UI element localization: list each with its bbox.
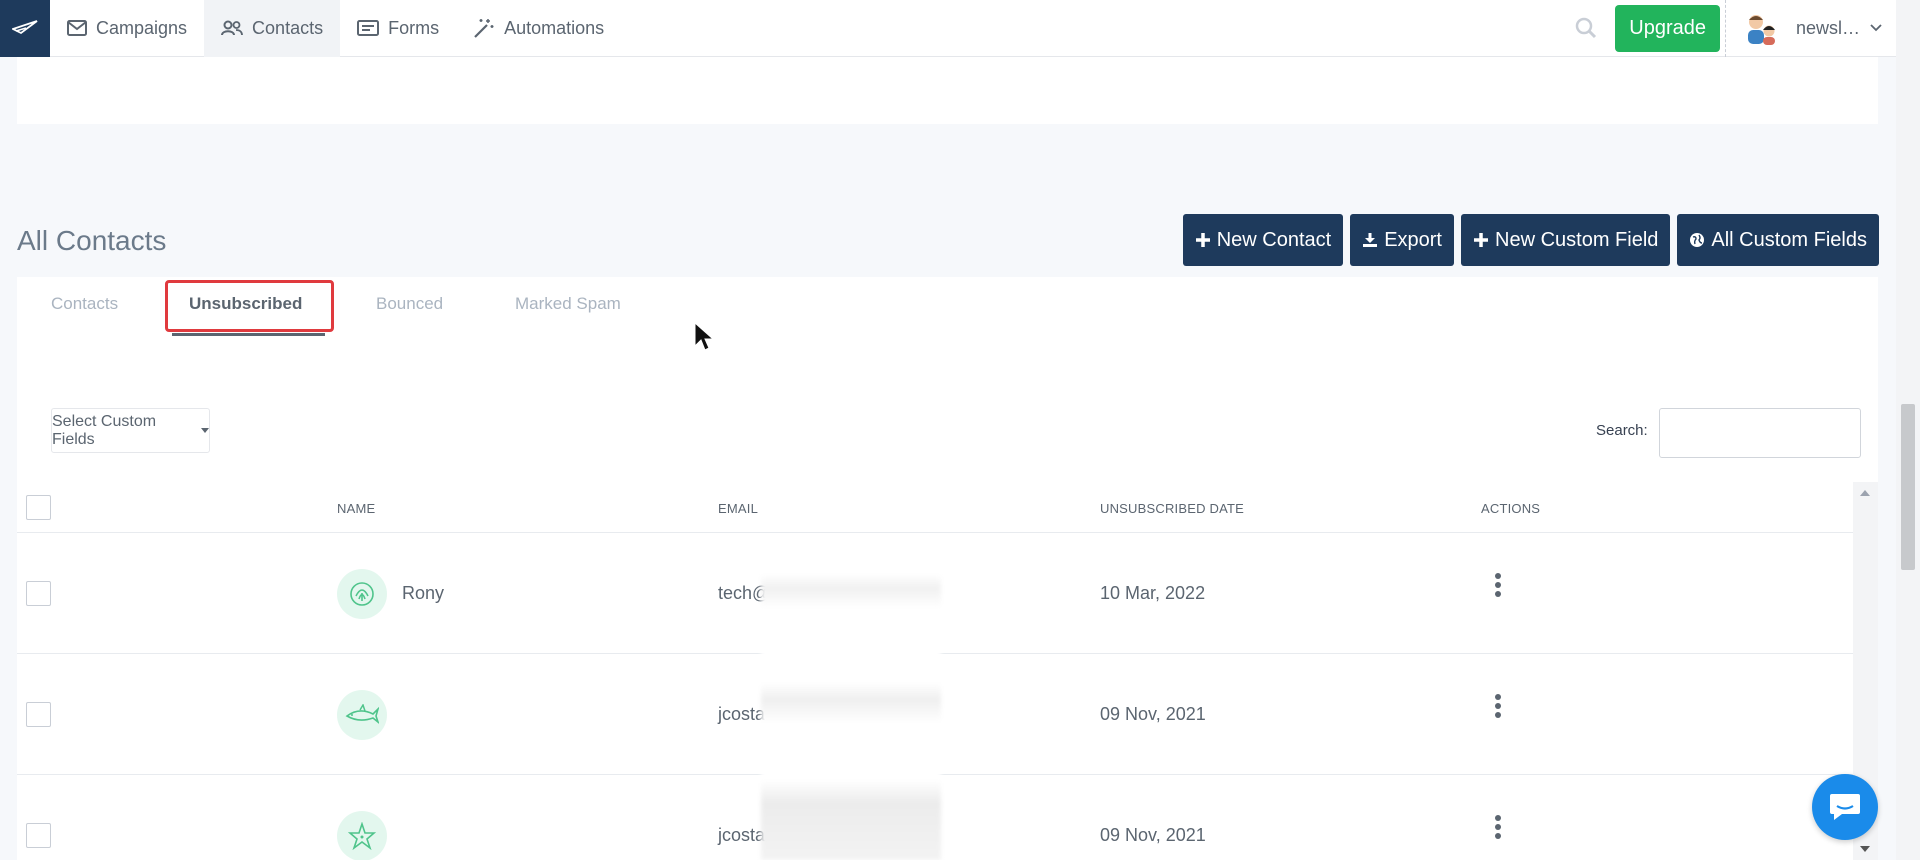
- nav-forms-label: Forms: [388, 17, 440, 38]
- highlight-annotation: [165, 280, 334, 332]
- contact-avatar: [337, 811, 387, 860]
- table-header: NAME EMAIL UNSUBSCRIBED DATE ACTIONS: [17, 482, 1853, 533]
- column-email[interactable]: EMAIL: [718, 501, 758, 516]
- contact-name[interactable]: Rony: [402, 583, 444, 604]
- search-icon: [1576, 17, 1597, 39]
- nav-campaigns[interactable]: Campaigns: [50, 0, 204, 57]
- upgrade-button[interactable]: Upgrade: [1615, 4, 1720, 52]
- all-custom-fields-label: All Custom Fields: [1711, 228, 1867, 251]
- select-custom-fields-label: Select Custom Fields: [52, 412, 157, 448]
- column-actions: ACTIONS: [1481, 501, 1541, 516]
- fingerprint-icon: [350, 582, 374, 606]
- row-actions-menu-icon[interactable]: [1495, 694, 1501, 721]
- plus-icon: [1474, 233, 1488, 247]
- chevron-down-icon: [1870, 24, 1882, 32]
- row-actions-menu-icon[interactable]: [1495, 573, 1501, 600]
- new-contact-label: New Contact: [1216, 228, 1332, 251]
- app-logo[interactable]: [0, 0, 50, 57]
- nav-campaigns-label: Campaigns: [96, 17, 188, 38]
- envelope-icon: [67, 20, 87, 36]
- contact-email: jcosta: [718, 704, 766, 724]
- active-tab-indicator: [172, 333, 325, 336]
- nav-automations-label: Automations: [504, 17, 605, 38]
- paper-plane-icon: [12, 20, 38, 35]
- new-contact-button[interactable]: New Contact: [1182, 214, 1344, 266]
- new-custom-field-label: New Custom Field: [1495, 228, 1659, 251]
- download-icon: [1363, 233, 1378, 247]
- export-label: Export: [1384, 228, 1442, 251]
- unsubscribed-date: 10 Mar, 2022: [1100, 583, 1206, 603]
- starfish-icon: [348, 822, 376, 850]
- page-scrollbar-thumb[interactable]: [1901, 404, 1915, 570]
- all-custom-fields-button[interactable]: All Custom Fields: [1677, 214, 1879, 266]
- redacted-email-blur: [761, 574, 941, 860]
- row-actions-menu-icon[interactable]: [1495, 815, 1501, 842]
- row-checkbox[interactable]: [26, 823, 51, 848]
- contacts-card: Contacts Unsubscribed Bounced Marked Spa…: [17, 277, 1878, 860]
- contact-avatar: [337, 569, 387, 619]
- tab-marked-spam[interactable]: Marked Spam: [515, 294, 621, 314]
- overview-card: [17, 57, 1878, 124]
- row-checkbox[interactable]: [26, 581, 51, 606]
- magic-wand-icon: [474, 19, 494, 38]
- global-search-button[interactable]: [1563, 17, 1609, 39]
- unsubscribed-date: 09 Nov, 2021: [1100, 704, 1206, 724]
- nav-automations[interactable]: Automations: [456, 0, 621, 57]
- page-title: All Contacts: [17, 225, 167, 256]
- nav-contacts[interactable]: Contacts: [204, 0, 341, 57]
- user-menu[interactable]: newsl…: [1724, 0, 1896, 57]
- column-unsubscribed-date[interactable]: UNSUBSCRIBED DATE: [1100, 501, 1244, 516]
- column-name[interactable]: NAME: [337, 501, 375, 516]
- contact-actions: New Contact Export New Custom Field All …: [1182, 214, 1879, 266]
- chat-icon: [1830, 794, 1860, 820]
- avatar: [1747, 15, 1775, 45]
- contact-email: jcosta: [718, 825, 766, 845]
- mouse-cursor-icon: [694, 322, 714, 351]
- new-custom-field-button[interactable]: New Custom Field: [1461, 214, 1671, 266]
- nav-contacts-label: Contacts: [252, 17, 324, 38]
- search-label: Search:: [1596, 422, 1648, 439]
- select-custom-fields-dropdown[interactable]: Select Custom Fields: [51, 408, 210, 453]
- globe-icon: [1690, 233, 1705, 247]
- nav-forms[interactable]: Forms: [340, 0, 456, 57]
- tab-bounced[interactable]: Bounced: [376, 294, 443, 314]
- export-button[interactable]: Export: [1350, 214, 1454, 266]
- form-icon: [357, 20, 380, 36]
- tab-contacts[interactable]: Contacts: [51, 294, 118, 314]
- select-all-checkbox[interactable]: [26, 495, 51, 520]
- search-input[interactable]: [1659, 408, 1861, 458]
- top-navigation: Campaigns Contacts Forms Automations Upg…: [0, 0, 1896, 57]
- row-checkbox[interactable]: [26, 702, 51, 727]
- user-name: newsl…: [1795, 17, 1860, 38]
- plus-icon: [1195, 233, 1210, 247]
- page-scrollbar[interactable]: [1896, 0, 1920, 860]
- unsubscribed-date: 09 Nov, 2021: [1100, 825, 1206, 845]
- shark-icon: [345, 704, 379, 724]
- chat-widget-button[interactable]: [1812, 774, 1878, 840]
- scroll-up-icon[interactable]: [1860, 490, 1870, 496]
- scroll-down-icon[interactable]: [1860, 846, 1870, 852]
- contact-avatar: [337, 690, 387, 740]
- caret-down-icon: [201, 428, 209, 433]
- users-icon: [221, 20, 243, 36]
